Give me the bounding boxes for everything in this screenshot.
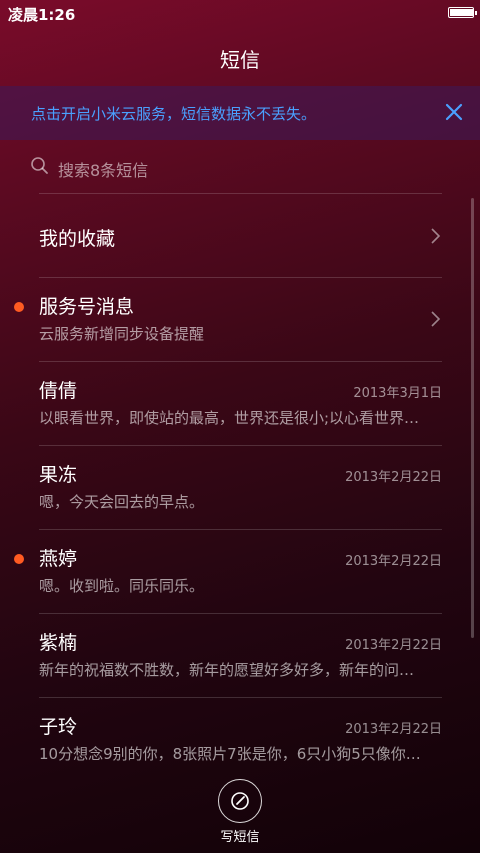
- conversation-row[interactable]: 倩倩 2013年3月1日以眼看世界，即使站的最高，世界还是很小;以心看世界…: [39, 361, 442, 445]
- conversation-preview: 嗯。收到啦。同乐同乐。: [39, 577, 205, 595]
- conversation-row[interactable]: 果冻 2013年2月22日嗯，今天会回去的早点。: [39, 445, 442, 529]
- conversation-preview: 云服务新增同步设备提醒: [39, 325, 205, 343]
- cloud-service-banner[interactable]: 点击开启小米云服务，短信数据永不丢失。: [0, 86, 480, 140]
- conversation-preview: 新年的祝福数不胜数，新年的愿望好多好多，新年的问…: [39, 661, 415, 679]
- conversation-date: 2013年2月22日: [345, 470, 442, 485]
- search-placeholder: 搜索8条短信: [58, 161, 149, 180]
- search-input[interactable]: 搜索8条短信: [30, 150, 450, 182]
- conversation-name: 燕婷: [39, 548, 78, 570]
- conversation-row[interactable]: 紫楠 2013年2月22日新年的祝福数不胜数，新年的愿望好多好多，新年的问…: [39, 613, 442, 697]
- close-icon[interactable]: [442, 100, 466, 124]
- conversation-name: 子玲: [39, 716, 78, 738]
- conversation-name: 紫楠: [39, 632, 78, 654]
- conversation-list: 我的收藏服务号消息云服务新增同步设备提醒倩倩 2013年3月1日以眼看世界，即使站…: [0, 193, 480, 781]
- conversation-row[interactable]: 子玲 2013年2月22日 10分想念9别的你，8张照片7张是你，6只小狗5只像你…: [39, 697, 442, 781]
- chevron-right-icon: [430, 310, 442, 328]
- compose-icon: [231, 792, 249, 810]
- conversation-row[interactable]: 服务号消息云服务新增同步设备提醒: [14, 277, 442, 361]
- battery-icon: [448, 7, 477, 18]
- conversation-preview: 10分想念9别的你，8张照片7张是你，6只小狗5只像你…: [39, 745, 421, 763]
- unread-dot: [14, 554, 24, 564]
- status-time: 凌晨1:26: [8, 6, 76, 24]
- conversation-row[interactable]: 我的收藏: [39, 193, 442, 277]
- compose-label[interactable]: 写短信: [0, 826, 480, 845]
- conversation-preview: 嗯，今天会回去的早点。: [39, 493, 205, 511]
- conversation-preview: 以眼看世界，即使站的最高，世界还是很小;以心看世界…: [39, 409, 420, 427]
- conversation-date: 2013年2月22日: [345, 638, 442, 653]
- conversation-row[interactable]: 燕婷 2013年2月22日嗯。收到啦。同乐同乐。: [14, 529, 442, 613]
- banner-text[interactable]: 点击开启小米云服务，短信数据永不丢失。: [31, 103, 316, 124]
- conversation-name: 我的收藏: [39, 228, 116, 250]
- status-bar: 凌晨1:26: [0, 0, 480, 26]
- conversation-date: 2013年2月22日: [345, 554, 442, 569]
- scrollbar[interactable]: [471, 198, 474, 638]
- chevron-right-icon: [430, 227, 442, 245]
- compose-button[interactable]: [218, 779, 262, 823]
- unread-dot: [14, 302, 24, 312]
- search-icon: [30, 156, 50, 176]
- conversation-date: 2013年2月22日: [345, 722, 442, 737]
- conversation-name: 服务号消息: [39, 296, 135, 318]
- conversation-name: 果冻: [39, 464, 78, 486]
- conversation-date: 2013年3月1日: [353, 386, 442, 401]
- conversation-name: 倩倩: [39, 380, 78, 402]
- page-title: 短信: [220, 48, 260, 72]
